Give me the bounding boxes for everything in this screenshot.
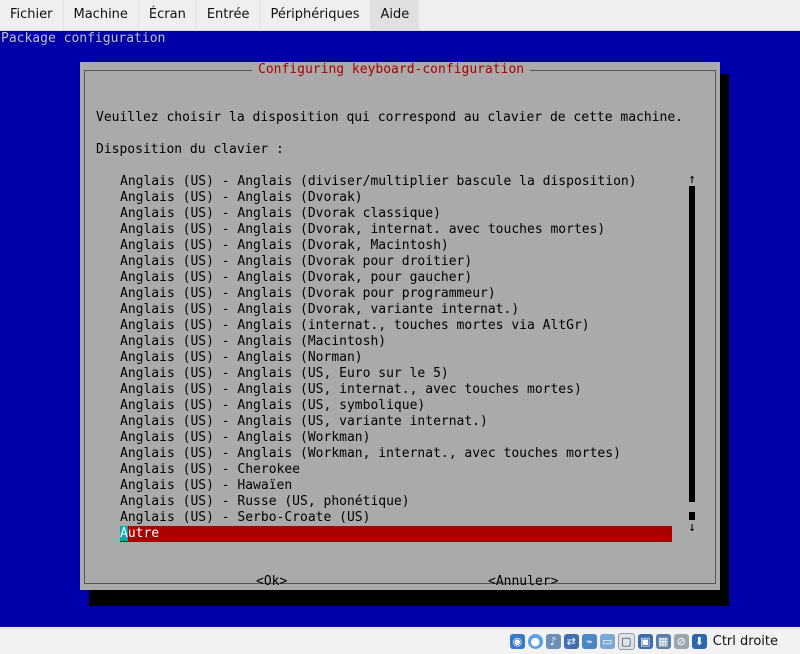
list-item[interactable]: Anglais (US) - Anglais (Dvorak, Macintos… <box>120 238 672 254</box>
dialog-prompt: Veuillez choisir la disposition qui corr… <box>96 110 683 125</box>
statusbar: ◉ ● ♪ ⇄ ⌁ ▭ ▢ ▣ ▦ ⊘ ⬇ Ctrl droite <box>0 628 800 654</box>
scroll-thumb[interactable] <box>689 512 695 520</box>
list-item[interactable]: Anglais (US) - Cherokee <box>120 462 672 478</box>
menubar: Fichier Machine Écran Entrée Périphériqu… <box>0 0 800 31</box>
list-item[interactable]: Anglais (US) - Anglais (Norman) <box>120 350 672 366</box>
list-item[interactable]: Anglais (US) - Anglais (Workman, interna… <box>120 446 672 462</box>
list-item[interactable]: Anglais (US) - Anglais (Dvorak, pour gau… <box>120 270 672 286</box>
list-item[interactable]: Anglais (US) - Anglais (US, symbolique) <box>120 398 672 414</box>
list-item[interactable]: Anglais (US) - Anglais (internat., touch… <box>120 318 672 334</box>
list-item[interactable]: Anglais (US) - Anglais (diviser/multipli… <box>120 174 672 190</box>
recording-icon[interactable]: ▣ <box>637 634 653 649</box>
list-item[interactable]: Anglais (US) - Anglais (Dvorak, variante… <box>120 302 672 318</box>
console-title: Package configuration <box>1 31 166 46</box>
menu-fichier[interactable]: Fichier <box>0 0 64 30</box>
list-item[interactable]: Anglais (US) - Russe (US, phonétique) <box>120 494 672 510</box>
shared-folder-icon[interactable]: ▭ <box>599 634 615 649</box>
menu-machine[interactable]: Machine <box>64 0 139 30</box>
list-item[interactable]: Anglais (US) - Anglais (Dvorak classique… <box>120 206 672 222</box>
optical-drive-icon[interactable]: ● <box>527 634 543 649</box>
cpu-icon[interactable]: ▦ <box>655 634 671 649</box>
dialog-title: Configuring keyboard-configuration <box>252 62 531 78</box>
list-item[interactable]: Anglais (US) - Serbo-Croate (US) <box>120 510 672 526</box>
mouse-integration-icon[interactable]: ⊘ <box>673 634 689 649</box>
list-item-selected-label: utre <box>127 526 160 541</box>
dialog-label: Disposition du clavier : <box>96 142 284 157</box>
list-item[interactable]: Anglais (US) - Anglais (US, variante int… <box>120 414 672 430</box>
list-item[interactable]: Anglais (US) - Anglais (US, internat., a… <box>120 382 672 398</box>
list-item[interactable]: Anglais (US) - Anglais (Dvorak, internat… <box>120 222 672 238</box>
menu-aide[interactable]: Aide <box>370 0 420 30</box>
keyboard-config-dialog: Configuring keyboard-configuration Veuil… <box>80 62 720 590</box>
menu-peripheriques[interactable]: Périphériques <box>260 0 371 30</box>
list-item[interactable]: Anglais (US) - Anglais (Macintosh) <box>120 334 672 350</box>
keyboard-layout-list[interactable]: Anglais (US) - Anglais (diviser/multipli… <box>120 174 672 542</box>
menu-ecran[interactable]: Écran <box>139 0 197 30</box>
host-key-label: Ctrl droite <box>712 634 778 649</box>
ok-button[interactable]: <Ok> <box>256 574 287 590</box>
vm-console[interactable]: Package configuration Configuring keyboa… <box>0 31 800 627</box>
audio-icon[interactable]: ♪ <box>545 634 561 649</box>
network-icon[interactable]: ⇄ <box>563 634 579 649</box>
list-scrollbar[interactable]: ↑ ↓ <box>686 172 698 538</box>
usb-icon[interactable]: ⌁ <box>581 634 597 649</box>
hard-disk-icon[interactable]: ◉ <box>509 634 525 649</box>
menu-entree[interactable]: Entrée <box>197 0 261 30</box>
list-item[interactable]: Anglais (US) - Anglais (Dvorak pour droi… <box>120 254 672 270</box>
list-item[interactable]: Anglais (US) - Anglais (Dvorak) <box>120 190 672 206</box>
list-item-selected[interactable]: Autre <box>120 526 672 542</box>
keyboard-capture-icon[interactable]: ⬇ <box>691 634 707 649</box>
cancel-button[interactable]: <Annuler> <box>488 574 558 590</box>
list-item[interactable]: Anglais (US) - Anglais (Workman) <box>120 430 672 446</box>
scroll-track[interactable] <box>689 186 695 502</box>
list-item[interactable]: Anglais (US) - Anglais (US, Euro sur le … <box>120 366 672 382</box>
display-icon[interactable]: ▢ <box>617 633 635 650</box>
text-cursor: A <box>120 526 128 541</box>
list-item[interactable]: Anglais (US) - Hawaïen <box>120 478 672 494</box>
list-item[interactable]: Anglais (US) - Anglais (Dvorak pour prog… <box>120 286 672 302</box>
scroll-down-arrow-icon[interactable]: ↓ <box>686 520 698 536</box>
status-icons: ◉ ● ♪ ⇄ ⌁ ▭ ▢ ▣ ▦ ⊘ ⬇ <box>509 633 707 650</box>
